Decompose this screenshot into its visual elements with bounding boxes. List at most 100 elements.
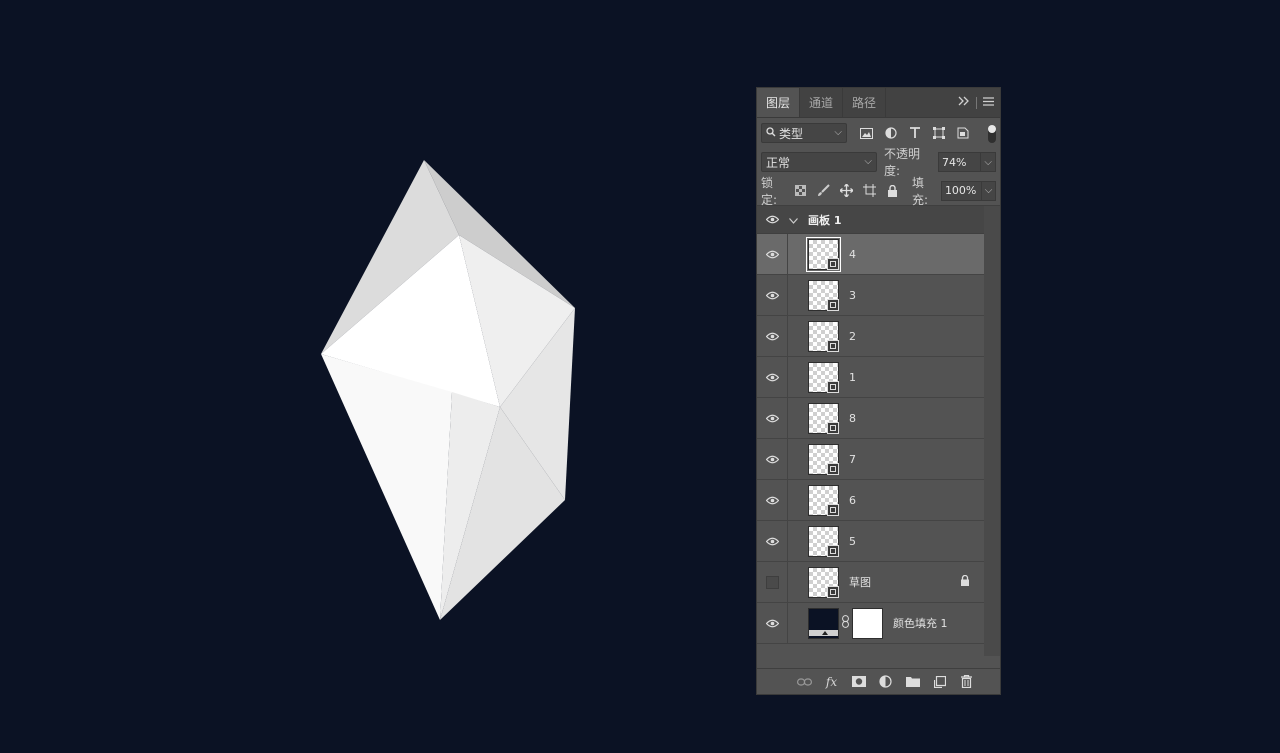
layer-row[interactable]: 7 (757, 439, 984, 480)
layer-filter-dropdown[interactable]: 类型 ⌵ (761, 123, 847, 143)
fill-input[interactable]: 100% (940, 180, 983, 201)
shape-badge-icon (827, 257, 839, 270)
layers-panel: 图层 通道 路径 类型 ⌵ 正常 ⌵ 不透明度: 74% ⌵ 锁定: 填充: 1… (756, 87, 1001, 695)
tab-channels-label: 通道 (809, 96, 834, 110)
adjustment-layer-filter-icon[interactable] (883, 126, 898, 141)
panel-menu-icon[interactable] (983, 96, 994, 109)
add-mask-icon[interactable] (851, 674, 866, 689)
shape-badge-icon (827, 298, 839, 311)
divider (976, 96, 977, 109)
layer-indent (787, 398, 808, 438)
layer-indent (787, 234, 808, 274)
delete-layer-trash-icon[interactable] (959, 674, 974, 689)
shape-badge-icon (827, 421, 839, 434)
layer-name: 7 (849, 452, 856, 466)
new-group-folder-icon[interactable] (905, 674, 920, 689)
layer-row[interactable]: 8 (757, 398, 984, 439)
filter-kind-label: 类型 (779, 126, 804, 141)
layer-indent (787, 603, 808, 643)
fx-button[interactable]: fx (824, 674, 839, 689)
visibility-eye-icon[interactable] (757, 537, 787, 546)
tab-paths[interactable]: 路径 (843, 88, 887, 117)
chevron-down-icon: ⌵ (864, 156, 872, 167)
shape-layer-filter-icon[interactable] (931, 126, 946, 141)
crystal-artwork (321, 160, 575, 620)
filter-toggle[interactable] (988, 125, 996, 143)
lock-image-pixels-icon[interactable] (816, 183, 831, 198)
layer-name: 5 (849, 534, 856, 548)
layer-thumbnail[interactable] (808, 525, 839, 557)
layer-row[interactable]: 3 (757, 275, 984, 316)
layer-row[interactable]: 6 (757, 480, 984, 521)
layer-indent (787, 316, 808, 356)
fill-label: 填充: (911, 175, 929, 207)
mask-link-icon[interactable] (842, 615, 849, 631)
visibility-eye-icon[interactable] (757, 414, 787, 423)
layer-thumbnail[interactable] (808, 361, 839, 393)
layer-indent (787, 562, 808, 602)
visibility-eye-icon[interactable] (757, 291, 787, 300)
shape-badge-icon (827, 462, 839, 475)
panel-tabs: 图层 通道 路径 (757, 88, 1000, 118)
layer-name: 6 (849, 493, 856, 507)
lock-artboard-icon[interactable] (862, 183, 877, 198)
visibility-eye-icon[interactable] (757, 455, 787, 464)
pixel-layer-filter-icon[interactable] (859, 126, 874, 141)
layers-scrollbar[interactable] (984, 206, 1000, 656)
layer-name: 2 (849, 329, 856, 343)
layer-thumbnail[interactable] (808, 484, 839, 516)
visibility-off-checkbox[interactable] (757, 575, 787, 589)
chevron-down-icon: ⌵ (834, 127, 842, 138)
layer-thumbnail[interactable] (808, 443, 839, 475)
lock-all-icon[interactable] (885, 183, 900, 198)
layer-thumbnail[interactable] (806, 236, 841, 272)
type-layer-filter-icon[interactable] (907, 126, 922, 141)
collapse-icon[interactable] (958, 96, 970, 109)
tab-channels[interactable]: 通道 (800, 88, 844, 117)
layer-row[interactable]: 颜色填充 1 (757, 603, 984, 644)
layer-indent (787, 275, 808, 315)
layer-row[interactable]: 5 (757, 521, 984, 562)
layer-lock-icon[interactable] (960, 574, 970, 589)
blend-row: 正常 ⌵ 不透明度: 74% ⌵ (757, 147, 1000, 178)
visibility-eye-icon[interactable] (757, 619, 787, 628)
layer-thumbnail[interactable] (808, 566, 839, 598)
layer-thumbnail[interactable] (808, 279, 839, 311)
search-icon (766, 126, 776, 140)
fill-dropdown-button[interactable]: ⌵ (982, 180, 997, 201)
filter-icons (859, 126, 970, 141)
lock-position-icon[interactable] (839, 183, 854, 198)
fill-color-thumbnail[interactable] (808, 607, 839, 639)
tab-layers-label: 图层 (766, 96, 791, 110)
layer-row[interactable]: 2 (757, 316, 984, 357)
visibility-eye-icon[interactable] (757, 250, 787, 259)
adjustment-layer-icon[interactable] (878, 674, 893, 689)
new-layer-icon[interactable] (932, 674, 947, 689)
visibility-eye-icon[interactable] (757, 373, 787, 382)
chevron-down-icon[interactable] (789, 213, 798, 227)
blend-mode-dropdown[interactable]: 正常 ⌵ (761, 152, 877, 172)
smart-object-filter-icon[interactable] (955, 126, 970, 141)
link-layers-icon[interactable] (797, 674, 812, 689)
artboard-group-row[interactable]: 画板 1 (757, 206, 984, 234)
fill-value: 100% (944, 184, 977, 197)
layer-row[interactable]: 草图 (757, 562, 984, 603)
layer-thumbnail[interactable] (808, 320, 839, 352)
lock-transparent-pixels-icon[interactable] (793, 183, 808, 198)
layer-row[interactable]: 1 (757, 357, 984, 398)
layer-indent (787, 480, 808, 520)
layer-thumbnail[interactable] (808, 402, 839, 434)
visibility-eye-icon[interactable] (757, 332, 787, 341)
visibility-eye-icon[interactable] (757, 496, 787, 505)
document-canvas[interactable] (0, 0, 1280, 753)
visibility-eye-icon[interactable] (757, 215, 787, 224)
artboard-name: 画板 1 (808, 213, 842, 227)
opacity-dropdown-button[interactable]: ⌵ (981, 152, 997, 172)
tab-layers[interactable]: 图层 (757, 88, 801, 117)
smart-object-badge-icon (827, 585, 839, 598)
layer-row[interactable]: 4 (757, 234, 984, 275)
opacity-input[interactable]: 74% (938, 152, 982, 172)
layer-mask-thumbnail[interactable] (852, 607, 883, 639)
layer-indent (787, 357, 808, 397)
shape-badge-icon (827, 380, 839, 393)
